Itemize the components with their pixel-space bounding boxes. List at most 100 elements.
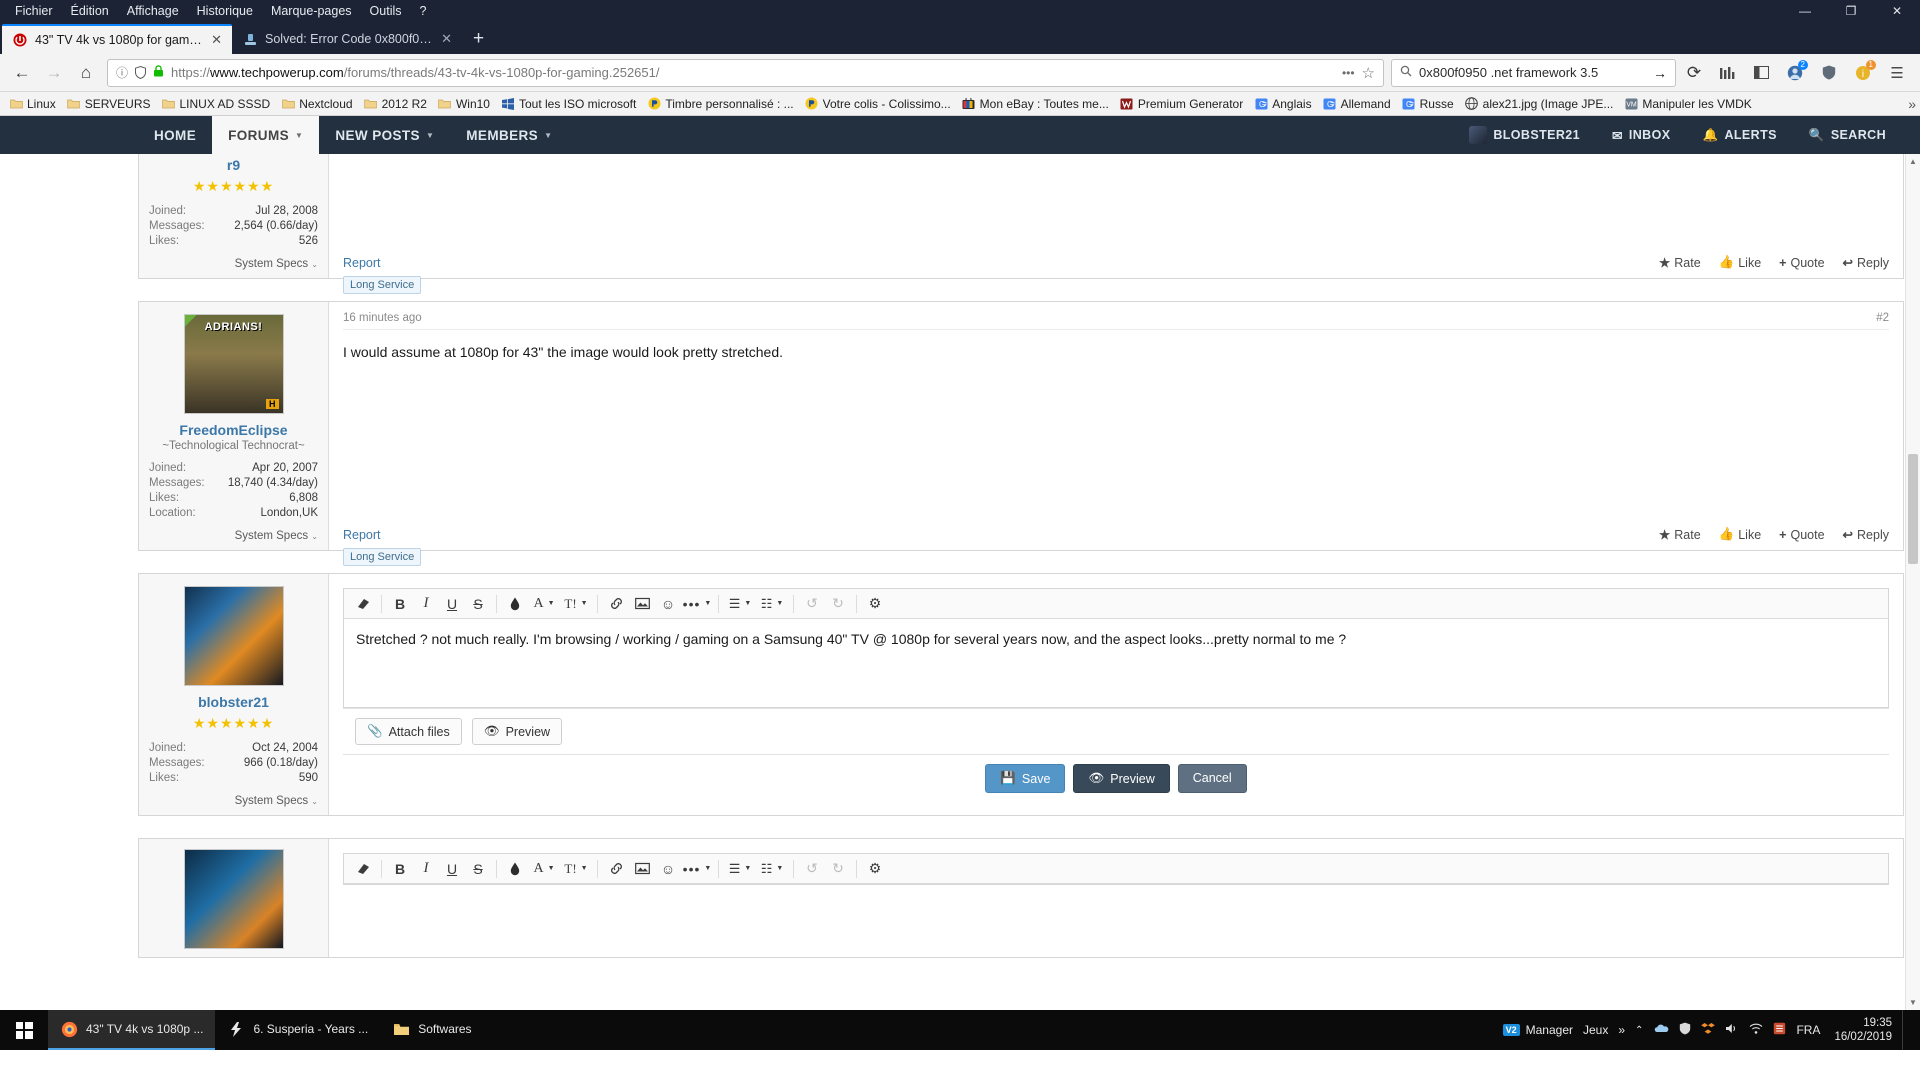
page-actions-icon[interactable]: •••: [1342, 66, 1355, 80]
library-icon[interactable]: [1712, 58, 1742, 88]
more-icon[interactable]: ••• ▼: [681, 858, 713, 880]
shield-icon[interactable]: [1679, 1022, 1691, 1038]
minimize-button[interactable]: —: [1782, 0, 1828, 22]
start-button[interactable]: [0, 1010, 48, 1050]
bookmark-item[interactable]: 2012 R2: [359, 95, 432, 113]
scroll-up-arrow-icon[interactable]: ▲: [1906, 154, 1920, 169]
badge-long-service[interactable]: Long Service: [343, 276, 422, 294]
bookmark-item[interactable]: SERVEURS: [62, 95, 156, 113]
tray-vm-manager[interactable]: V2 Manager: [1502, 1023, 1573, 1037]
search-input[interactable]: 0x800f0950 .net framework 3.5: [1419, 65, 1646, 80]
strikethrough-icon[interactable]: S: [465, 593, 491, 615]
shield-extension-icon[interactable]: [1814, 58, 1844, 88]
dropbox-icon[interactable]: [1701, 1022, 1716, 1038]
redo-icon[interactable]: ↻: [825, 858, 851, 880]
remove-format-icon[interactable]: [350, 858, 376, 880]
search-bar[interactable]: 0x800f0950 .net framework 3.5 →: [1391, 58, 1676, 87]
avatar[interactable]: [183, 586, 284, 686]
system-specs-toggle[interactable]: System Specs ⌄: [149, 258, 318, 270]
tab-0-close-icon[interactable]: ✕: [209, 32, 224, 48]
onedrive-icon[interactable]: [1653, 1023, 1669, 1038]
nav-new-posts[interactable]: NEW POSTS ▼: [319, 116, 450, 154]
bookmark-item[interactable]: Votre colis - Colissimo...: [800, 95, 956, 113]
url-bar[interactable]: ⓘ https://www.techpowerup.com/forums/thr…: [107, 58, 1384, 87]
sidebar-icon[interactable]: [1746, 58, 1776, 88]
link-icon[interactable]: [603, 593, 629, 615]
like-button[interactable]: 👍 Like: [1719, 527, 1762, 542]
font-size-icon[interactable]: T! ▼: [560, 858, 592, 880]
home-icon[interactable]: ⌂: [72, 59, 100, 87]
link-icon[interactable]: [603, 858, 629, 880]
underline-icon[interactable]: U: [439, 593, 465, 615]
nav-forums[interactable]: FORUMS ▼: [212, 116, 320, 154]
post-number[interactable]: #2: [1876, 312, 1889, 324]
undo-icon[interactable]: ↺: [799, 593, 825, 615]
menu-affichage[interactable]: Affichage: [118, 2, 188, 20]
font-family-icon[interactable]: A ▼: [528, 593, 560, 615]
image-icon[interactable]: [629, 593, 655, 615]
bookmark-item[interactable]: Premium Generator: [1115, 95, 1248, 113]
more-icon[interactable]: ••• ▼: [681, 593, 713, 615]
taskbar-clock[interactable]: 19:35 16/02/2019: [1830, 1016, 1892, 1044]
reply-textarea[interactable]: Stretched ? not much really. I'm browsin…: [344, 619, 1888, 707]
reload-icon[interactable]: ⟳: [1680, 59, 1708, 87]
quote-button[interactable]: + Quote: [1779, 527, 1824, 542]
forward-icon[interactable]: →: [40, 59, 68, 87]
remove-format-icon[interactable]: [350, 593, 376, 615]
menu-outils[interactable]: Outils: [361, 2, 411, 20]
image-icon[interactable]: [629, 858, 655, 880]
bookmarks-overflow-icon[interactable]: »: [1908, 96, 1916, 112]
language-indicator[interactable]: FRA: [1796, 1023, 1820, 1037]
preview-submit-button[interactable]: 👁 Preview: [1073, 764, 1170, 793]
show-desktop-button[interactable]: [1902, 1010, 1910, 1050]
align-icon[interactable]: ☰ ▼: [724, 858, 756, 880]
italic-icon[interactable]: I: [413, 593, 439, 615]
undo-icon[interactable]: ↺: [799, 858, 825, 880]
tray-overflow-icon[interactable]: »: [1618, 1023, 1625, 1037]
system-specs-toggle[interactable]: System Specs ⌄: [149, 530, 318, 542]
like-button[interactable]: 👍 Like: [1719, 255, 1762, 270]
avatar[interactable]: ADRIANS! H: [183, 314, 284, 414]
taskbar-item-softwares[interactable]: Softwares: [380, 1010, 483, 1050]
nav-home[interactable]: HOME: [138, 116, 212, 154]
bookmark-item[interactable]: G Allemand: [1318, 95, 1396, 113]
strikethrough-icon[interactable]: S: [465, 858, 491, 880]
back-icon[interactable]: ←: [8, 59, 36, 87]
tab-0[interactable]: 43" TV 4k vs 1080p for gaming ✕: [2, 24, 232, 54]
menu-historique[interactable]: Historique: [188, 2, 262, 20]
hamburger-menu-icon[interactable]: ☰: [1882, 58, 1912, 88]
bookmark-item[interactable]: Mon eBay : Toutes me...: [957, 95, 1114, 113]
bookmark-item[interactable]: G Anglais: [1249, 95, 1316, 113]
page-scrollbar[interactable]: ▲ ▼: [1905, 154, 1920, 1010]
redo-icon[interactable]: ↻: [825, 593, 851, 615]
bookmark-item[interactable]: LINUX AD SSSD: [157, 95, 276, 113]
badge-long-service[interactable]: Long Service: [343, 548, 422, 566]
font-size-icon[interactable]: T! ▼: [560, 593, 592, 615]
tray-jeux[interactable]: Jeux: [1583, 1023, 1608, 1037]
bookmark-item[interactable]: G Russe: [1397, 95, 1459, 113]
text-color-icon[interactable]: [502, 593, 528, 615]
post-timestamp[interactable]: 16 minutes ago: [343, 312, 422, 324]
text-color-icon[interactable]: [502, 858, 528, 880]
bookmark-item[interactable]: Linux: [4, 95, 61, 113]
nav-search[interactable]: 🔍 SEARCH: [1793, 116, 1902, 154]
network-icon[interactable]: [1749, 1023, 1763, 1038]
post-author-name[interactable]: r9: [149, 157, 318, 173]
bold-icon[interactable]: B: [387, 858, 413, 880]
maximize-button[interactable]: ❐: [1828, 0, 1874, 22]
list-icon[interactable]: ☷ ▼: [756, 858, 788, 880]
tracking-shield-icon[interactable]: [135, 66, 147, 79]
rate-button[interactable]: ★ Rate: [1659, 255, 1701, 271]
bookmark-item[interactable]: VM Manipuler les VMDK: [1619, 95, 1756, 113]
tab-1-close-icon[interactable]: ✕: [439, 31, 454, 47]
nav-alerts[interactable]: 🔔 ALERTS: [1686, 116, 1792, 154]
tab-1[interactable]: Solved: Error Code 0x800f0950 n ✕: [232, 24, 462, 54]
attach-files-button[interactable]: 📎 Attach files: [355, 718, 462, 745]
bookmark-item[interactable]: Win10: [433, 95, 495, 113]
cancel-button[interactable]: Cancel: [1177, 764, 1247, 793]
gear-icon[interactable]: ⚙: [862, 593, 888, 615]
post-author-name[interactable]: FreedomEclipse: [149, 422, 318, 438]
nav-inbox[interactable]: ✉ INBOX: [1596, 116, 1686, 154]
emoji-icon[interactable]: ☺: [655, 593, 681, 615]
list-icon[interactable]: ☷ ▼: [756, 593, 788, 615]
